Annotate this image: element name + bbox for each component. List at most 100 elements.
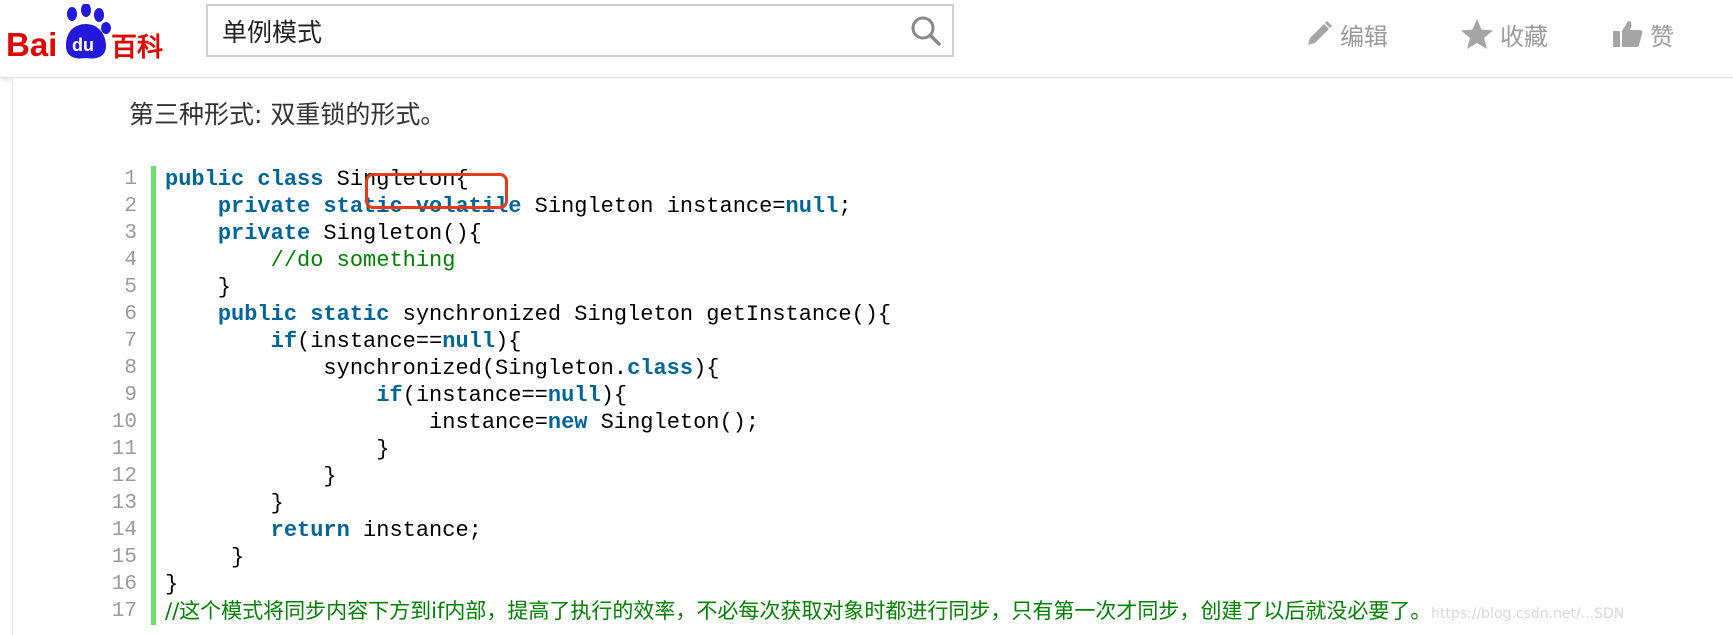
code-token: synchronized(Singleton. bbox=[165, 356, 628, 381]
code-keyword: class bbox=[627, 356, 694, 381]
code-token: } bbox=[165, 491, 284, 516]
gutter-bar bbox=[151, 328, 156, 355]
code-token: ; bbox=[838, 194, 852, 219]
code-keyword: null bbox=[547, 383, 601, 408]
line-number: 1 bbox=[124, 168, 137, 191]
code-token: ){ bbox=[495, 329, 522, 354]
code-keyword: null bbox=[442, 329, 496, 354]
code-token: (instance== bbox=[297, 329, 443, 354]
code-line: 6 public static synchronized Singleton g… bbox=[103, 301, 1733, 328]
code-token: Singleton(); bbox=[587, 410, 760, 435]
code-line: 3 private Singleton(){ bbox=[103, 220, 1733, 247]
line-number: 7 bbox=[124, 330, 137, 353]
edit-button[interactable]: 编辑 bbox=[1304, 14, 1388, 54]
line-number: 17 bbox=[111, 600, 137, 623]
code-line: 11 } bbox=[103, 436, 1733, 463]
gutter-bar bbox=[151, 274, 156, 301]
svg-text:du: du bbox=[72, 35, 94, 55]
gutter-bar bbox=[151, 490, 156, 517]
search-box bbox=[206, 4, 954, 57]
code-text: } bbox=[165, 571, 178, 598]
code-text: public static synchronized Singleton get… bbox=[165, 301, 891, 328]
code-text: if(instance==null){ bbox=[165, 328, 522, 355]
gutter-bar bbox=[151, 193, 156, 220]
code-line: 10 instance=new Singleton(); bbox=[103, 409, 1733, 436]
line-number: 5 bbox=[124, 276, 137, 299]
gutter-bar bbox=[151, 355, 156, 382]
code-line: 12 } bbox=[103, 463, 1733, 490]
code-token: } bbox=[165, 437, 390, 462]
code-line: 5 } bbox=[103, 274, 1733, 301]
code-text: instance=new Singleton(); bbox=[165, 409, 759, 436]
code-text: } bbox=[165, 436, 389, 463]
gutter-bar bbox=[151, 436, 156, 463]
gutter-bar bbox=[151, 247, 156, 274]
code-keyword: if bbox=[270, 329, 298, 354]
top-header: Bai du 百科 编辑 收藏 bbox=[0, 0, 1733, 78]
line-number: 6 bbox=[124, 303, 137, 326]
code-text: } bbox=[165, 274, 231, 301]
code-text: if(instance==null){ bbox=[165, 382, 627, 409]
code-keyword: return bbox=[270, 518, 350, 543]
search-button[interactable] bbox=[910, 15, 942, 47]
code-block: 1 public class Singleton{2 private static… bbox=[103, 166, 1733, 625]
line-number: 2 bbox=[124, 195, 137, 218]
code-token: Singleton(){ bbox=[310, 221, 482, 246]
code-token: Singleton instance= bbox=[521, 194, 786, 219]
search-input[interactable] bbox=[222, 6, 882, 55]
code-keyword: public class bbox=[165, 167, 324, 192]
code-text: return instance; bbox=[165, 517, 482, 544]
like-button[interactable]: 赞 bbox=[1612, 14, 1674, 54]
code-keyword: public static bbox=[217, 302, 390, 327]
code-line: 2 private static volatile Singleton inst… bbox=[103, 193, 1733, 220]
code-token: } bbox=[165, 464, 337, 489]
gutter-bar bbox=[151, 166, 156, 193]
code-text: } bbox=[165, 463, 337, 490]
code-text: } bbox=[165, 544, 244, 571]
line-number: 11 bbox=[111, 438, 137, 461]
gutter-bar bbox=[151, 598, 156, 625]
code-line: 1 public class Singleton{ bbox=[103, 166, 1733, 193]
code-line: 4 //do something bbox=[103, 247, 1733, 274]
gutter-bar bbox=[151, 409, 156, 436]
gutter-bar bbox=[151, 220, 156, 247]
code-token: ){ bbox=[693, 356, 720, 381]
code-token: } bbox=[165, 275, 232, 300]
code-keyword: private bbox=[217, 221, 311, 246]
code-comment: //这个模式将同步内容下方到if内部，提高了执行的效率，不必每次获取对象时都进行… bbox=[165, 599, 1432, 623]
code-text: private Singleton(){ bbox=[165, 220, 482, 247]
baidu-baike-logo[interactable]: Bai du 百科 bbox=[6, 3, 176, 63]
code-text: //这个模式将同步内容下方到if内部，提高了执行的效率，不必每次获取对象时都进行… bbox=[165, 598, 1431, 626]
code-token: } bbox=[165, 572, 179, 597]
like-label: 赞 bbox=[1650, 22, 1674, 51]
volatile-highlight-box bbox=[365, 173, 508, 209]
code-line: 7 if(instance==null){ bbox=[103, 328, 1733, 355]
line-number: 10 bbox=[111, 411, 137, 434]
code-line: 9 if(instance==null){ bbox=[103, 382, 1733, 409]
star-icon bbox=[1461, 19, 1493, 49]
gutter-bar bbox=[151, 463, 156, 490]
line-number: 3 bbox=[124, 222, 137, 245]
favorite-button[interactable]: 收藏 bbox=[1460, 14, 1548, 54]
line-number: 13 bbox=[111, 492, 137, 515]
intro-text: 第三种形式: 双重锁的形式。 bbox=[129, 100, 446, 129]
gutter-bar bbox=[151, 382, 156, 409]
pencil-icon bbox=[1308, 21, 1332, 45]
code-line: 8 synchronized(Singleton.class){ bbox=[103, 355, 1733, 382]
watermark: https://blog.csdn.net/...SDN bbox=[1431, 606, 1625, 622]
line-number: 12 bbox=[111, 465, 137, 488]
gutter-bar bbox=[151, 571, 156, 598]
code-text: } bbox=[165, 490, 284, 517]
svg-text:Bai: Bai bbox=[6, 26, 57, 62]
code-token: (instance== bbox=[402, 383, 548, 408]
gutter-bar bbox=[151, 301, 156, 328]
code-text: synchronized(Singleton.class){ bbox=[165, 355, 720, 382]
search-icon bbox=[911, 16, 941, 46]
line-number: 8 bbox=[124, 357, 137, 380]
code-line: 16} bbox=[103, 571, 1733, 598]
line-number: 4 bbox=[124, 249, 137, 272]
